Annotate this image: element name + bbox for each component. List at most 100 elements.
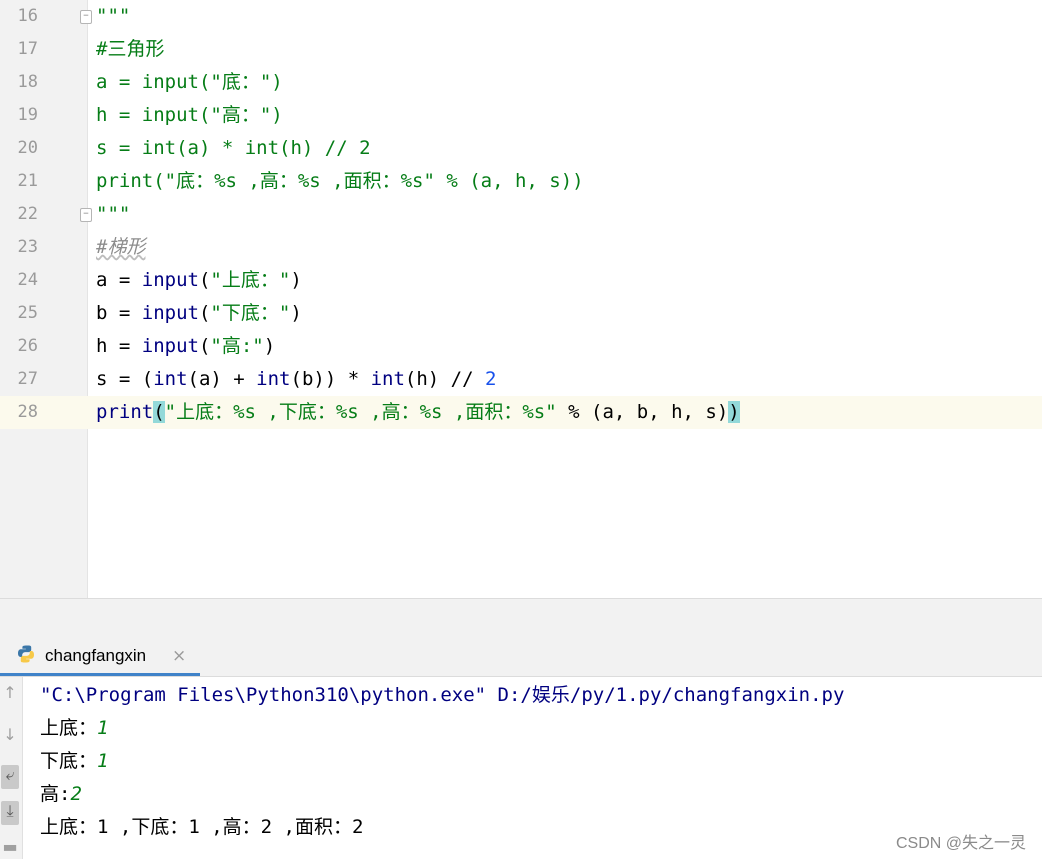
code-token: ): [728, 401, 740, 423]
line-number: 22: [17, 204, 38, 224]
code-token: """: [96, 5, 131, 27]
code-token: """: [96, 203, 131, 225]
code-token: print: [96, 401, 154, 423]
code-token: #梯形: [96, 236, 146, 258]
code-token: #三角形: [96, 38, 165, 60]
code-text: a = input("上底："): [96, 264, 302, 297]
console-text: 上底：1 ,下底：1 ,高：2 ,面积：2: [40, 816, 364, 838]
code-text: """: [96, 198, 130, 231]
code-token: (a) +: [187, 368, 257, 390]
code-token: input: [141, 302, 199, 324]
run-tool-window-header: changfangxin ×: [0, 636, 1042, 677]
console-text: "C:\Program Files\Python310\python.exe" …: [40, 684, 845, 706]
code-line[interactable]: 21 print("底：%s ,高：%s ,面积：%s" % (a, h, s)): [0, 165, 1042, 198]
code-token: a = input("底："): [96, 71, 283, 93]
line-number: 18: [17, 72, 38, 92]
code-text: b = input("下底："): [96, 297, 302, 330]
code-line[interactable]: 18 a = input("底："): [0, 66, 1042, 99]
watermark: CSDN @失之一灵: [895, 835, 1026, 852]
line-number: 25: [17, 303, 38, 323]
code-token: s = int(a) * int(h) // 2: [96, 137, 371, 159]
line-number: 21: [17, 171, 38, 191]
code-token: int: [153, 368, 188, 390]
soft-wrap-icon[interactable]: ⤶: [1, 765, 19, 789]
console-text: 1: [97, 717, 109, 739]
code-line[interactable]: 17 #三角形: [0, 33, 1042, 66]
code-token: input: [141, 335, 199, 357]
console-text: 1: [97, 750, 109, 772]
panel-divider[interactable]: [0, 598, 1042, 637]
code-token: (: [198, 269, 211, 291]
code-token: ): [263, 335, 276, 357]
code-line[interactable]: 25 b = input("下底："): [0, 297, 1042, 330]
code-token: input: [141, 269, 199, 291]
code-token: (: [198, 335, 211, 357]
code-line[interactable]: 26 h = input("高:"): [0, 330, 1042, 363]
code-token: ): [290, 302, 302, 324]
console-text: 上底：: [40, 717, 98, 739]
code-token: (: [198, 302, 211, 324]
code-token: (h) //: [404, 368, 485, 390]
code-token: % (a, b, h, s): [556, 401, 729, 423]
code-text: #梯形: [96, 231, 145, 264]
line-number: 28: [0, 396, 38, 429]
code-line[interactable]: 27 s = (int(a) + int(b)) * int(h) // 2: [0, 363, 1042, 396]
fold-icon[interactable]: −: [80, 208, 92, 222]
print-icon[interactable]: ▬: [0, 837, 20, 861]
code-token: (b)) *: [290, 368, 371, 390]
line-number: 26: [17, 336, 38, 356]
console-text: 高:: [40, 783, 71, 805]
line-number: 16: [17, 6, 38, 26]
code-token: "上底：%s ,下底：%s ,高：%s ,面积：%s": [164, 401, 557, 423]
line-number: 27: [17, 369, 38, 389]
line-number: 17: [17, 39, 38, 59]
console-line: 下底：1: [40, 745, 108, 778]
run-console[interactable]: ↑ ↓ ⤶ ⤓ ▬ "C:\Program Files\Python310\py…: [0, 677, 1042, 859]
code-line[interactable]: 20 s = int(a) * int(h) // 2: [0, 132, 1042, 165]
code-token: print("底：%s ,高：%s ,面积：%s" % (a, h, s)): [96, 170, 584, 192]
console-line: "C:\Program Files\Python310\python.exe" …: [40, 679, 844, 712]
code-token: int: [370, 368, 405, 390]
code-token: "上底：": [210, 269, 291, 291]
code-token: h =: [96, 335, 142, 357]
code-text: #三角形: [96, 33, 164, 66]
arrow-down-icon[interactable]: ↓: [0, 725, 20, 749]
code-token: a =: [96, 269, 142, 291]
arrow-up-icon[interactable]: ↑: [0, 683, 20, 707]
code-token: "高:": [210, 335, 264, 357]
code-token: h = input("高："): [96, 104, 283, 126]
code-token: "下底：": [210, 302, 291, 324]
console-text: 2: [70, 783, 82, 805]
console-text: 下底：: [40, 750, 98, 772]
python-icon: [18, 645, 34, 663]
code-token: b =: [96, 302, 142, 324]
code-token: 2: [484, 368, 497, 390]
code-token: ): [290, 269, 302, 291]
code-line[interactable]: 28 print("上底：%s ,下底：%s ,高：%s ,面积：%s" % (a…: [0, 396, 1042, 429]
run-tab-label: changfangxin: [45, 646, 147, 665]
code-text: a = input("底："): [96, 66, 283, 99]
code-line[interactable]: 24 a = input("上底："): [0, 264, 1042, 297]
code-text: s = (int(a) + int(b)) * int(h) // 2: [96, 363, 496, 396]
scroll-to-end-icon[interactable]: ⤓: [1, 801, 19, 825]
console-line: 上底：1: [40, 712, 108, 745]
code-line[interactable]: 22 − """: [0, 198, 1042, 231]
code-text: """: [96, 0, 130, 33]
code-editor[interactable]: 16− """ 17 #三角形 18 a = input("底：") 19 h = input…: [0, 0, 1042, 598]
console-toolbar: ↑ ↓ ⤶ ⤓ ▬: [0, 677, 23, 859]
code-text: h = input("高:"): [96, 330, 275, 363]
code-text: s = int(a) * int(h) // 2: [96, 132, 371, 165]
run-tab[interactable]: changfangxin ×: [0, 636, 200, 676]
code-token: int: [256, 368, 291, 390]
code-line[interactable]: 16 − """: [0, 0, 1042, 33]
code-text: print("上底：%s ,下底：%s ,高：%s ,面积：%s" % (a, …: [96, 396, 740, 429]
code-line[interactable]: 19 h = input("高："): [0, 99, 1042, 132]
code-line[interactable]: 23 #梯形: [0, 231, 1042, 264]
fold-icon[interactable]: −: [80, 10, 92, 24]
close-icon[interactable]: ×: [172, 636, 186, 676]
code-token: (: [153, 401, 165, 423]
console-line: 上底：1 ,下底：1 ,高：2 ,面积：2: [40, 811, 363, 844]
line-number: 20: [17, 138, 38, 158]
line-number: 23: [17, 237, 38, 257]
code-text: h = input("高："): [96, 99, 283, 132]
